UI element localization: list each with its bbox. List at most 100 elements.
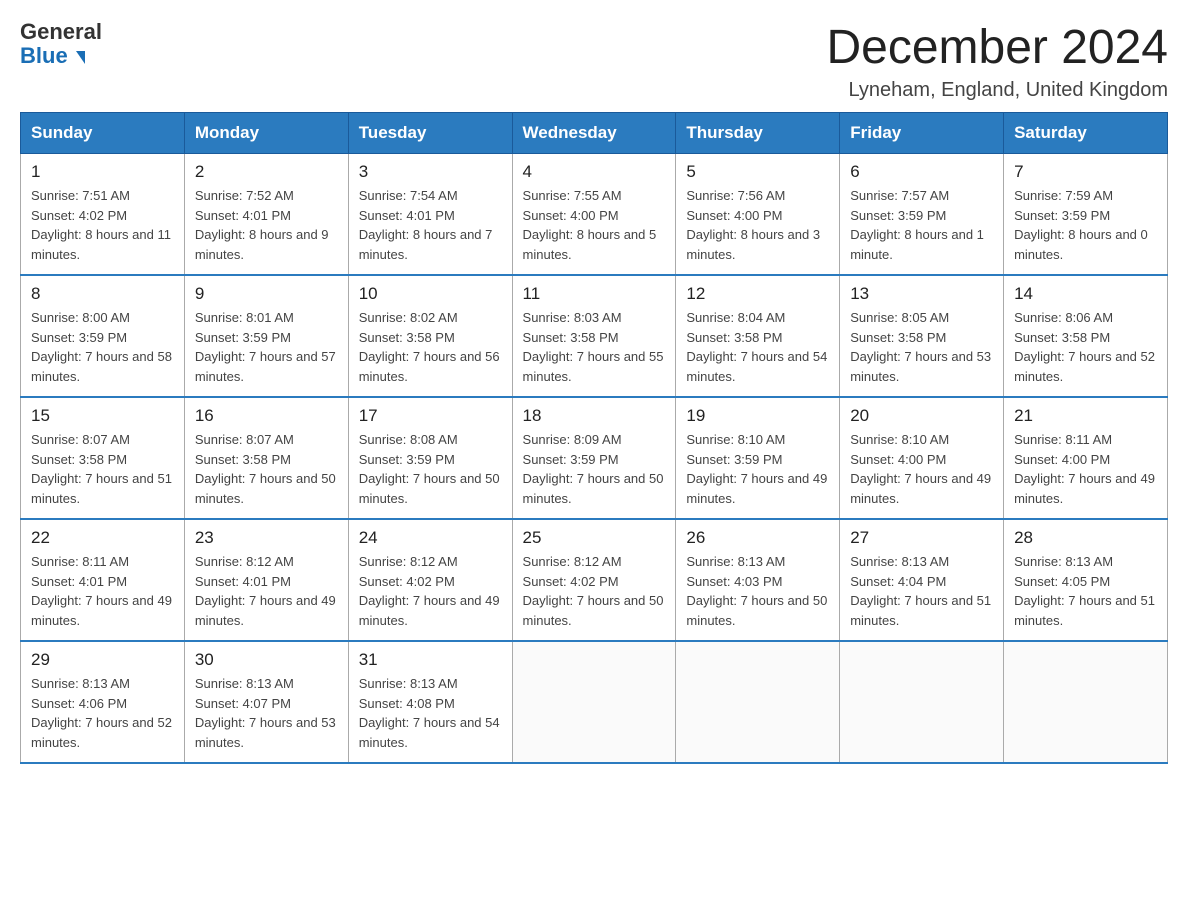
calendar-cell: 3Sunrise: 7:54 AMSunset: 4:01 PMDaylight… [348, 154, 512, 276]
calendar-cell [512, 641, 676, 763]
calendar-cell: 2Sunrise: 7:52 AMSunset: 4:01 PMDaylight… [184, 154, 348, 276]
calendar-header: Sunday Monday Tuesday Wednesday Thursday… [21, 113, 1168, 154]
calendar-week-row: 22Sunrise: 8:11 AMSunset: 4:01 PMDayligh… [21, 519, 1168, 641]
day-info: Sunrise: 8:13 AMSunset: 4:08 PMDaylight:… [359, 674, 502, 752]
day-number: 23 [195, 528, 338, 548]
day-info: Sunrise: 8:13 AMSunset: 4:05 PMDaylight:… [1014, 552, 1157, 630]
calendar-week-row: 15 Sunrise: 8:07 AMSunset: 3:58 PMDayligh… [21, 397, 1168, 519]
calendar-cell: 10Sunrise: 8:02 AMSunset: 3:58 PMDayligh… [348, 275, 512, 397]
month-title: December 2024 [826, 20, 1168, 75]
day-info: Sunrise: 8:12 AMSunset: 4:01 PMDaylight:… [195, 552, 338, 630]
calendar-body: 1Sunrise: 7:51 AMSunset: 4:02 PMDaylight… [21, 154, 1168, 764]
day-number: 4 [523, 162, 666, 182]
logo: General Blue [20, 20, 102, 68]
calendar-cell: 26Sunrise: 8:13 AMSunset: 4:03 PMDayligh… [676, 519, 840, 641]
header-monday: Monday [184, 113, 348, 154]
page-header: General Blue December 2024 Lyneham, Engl… [20, 20, 1168, 102]
calendar-cell: 18 Sunrise: 8:09 AMSunset: 3:59 PMDayligh… [512, 397, 676, 519]
day-number: 21 [1014, 406, 1157, 426]
title-block: December 2024 Lyneham, England, United K… [826, 20, 1168, 102]
day-info: Sunrise: 8:12 AMSunset: 4:02 PMDaylight:… [523, 552, 666, 630]
calendar-cell: 11 Sunrise: 8:03 AMSunset: 3:58 PMDayligh… [512, 275, 676, 397]
day-info: Sunrise: 8:05 AMSunset: 3:58 PMDaylight:… [850, 308, 993, 386]
day-info: Sunrise: 7:56 AMSunset: 4:00 PMDaylight:… [686, 186, 829, 264]
day-info: Sunrise: 8:11 AMSunset: 4:00 PMDaylight:… [1014, 430, 1157, 508]
calendar-cell: 8 Sunrise: 8:00 AMSunset: 3:59 PMDaylight… [21, 275, 185, 397]
calendar-cell: 28Sunrise: 8:13 AMSunset: 4:05 PMDayligh… [1004, 519, 1168, 641]
day-number: 25 [523, 528, 666, 548]
day-number: 5 [686, 162, 829, 182]
calendar-cell: 9 Sunrise: 8:01 AMSunset: 3:59 PMDaylight… [184, 275, 348, 397]
day-info: Sunrise: 8:09 AMSunset: 3:59 PMDaylight:… [523, 430, 666, 508]
day-number: 11 [523, 284, 666, 304]
day-info: Sunrise: 8:13 AMSunset: 4:07 PMDaylight:… [195, 674, 338, 752]
day-info: Sunrise: 8:07 AMSunset: 3:58 PMDaylight:… [31, 430, 174, 508]
day-number: 30 [195, 650, 338, 670]
calendar-cell: 15 Sunrise: 8:07 AMSunset: 3:58 PMDayligh… [21, 397, 185, 519]
day-number: 7 [1014, 162, 1157, 182]
calendar-cell: 30 Sunrise: 8:13 AMSunset: 4:07 PMDayligh… [184, 641, 348, 763]
calendar-cell: 14Sunrise: 8:06 AMSunset: 3:58 PMDayligh… [1004, 275, 1168, 397]
calendar-week-row: 8 Sunrise: 8:00 AMSunset: 3:59 PMDaylight… [21, 275, 1168, 397]
day-info: Sunrise: 8:04 AMSunset: 3:58 PMDaylight:… [686, 308, 829, 386]
day-number: 31 [359, 650, 502, 670]
calendar-cell: 17Sunrise: 8:08 AMSunset: 3:59 PMDayligh… [348, 397, 512, 519]
day-info: Sunrise: 7:59 AMSunset: 3:59 PMDaylight:… [1014, 186, 1157, 264]
day-info: Sunrise: 8:02 AMSunset: 3:58 PMDaylight:… [359, 308, 502, 386]
calendar-cell [840, 641, 1004, 763]
calendar-cell: 24Sunrise: 8:12 AMSunset: 4:02 PMDayligh… [348, 519, 512, 641]
calendar-cell [1004, 641, 1168, 763]
day-number: 8 [31, 284, 174, 304]
calendar-cell: 5 Sunrise: 7:56 AMSunset: 4:00 PMDaylight… [676, 154, 840, 276]
day-number: 29 [31, 650, 174, 670]
day-number: 15 [31, 406, 174, 426]
day-number: 18 [523, 406, 666, 426]
day-number: 2 [195, 162, 338, 182]
header-saturday: Saturday [1004, 113, 1168, 154]
calendar-week-row: 1Sunrise: 7:51 AMSunset: 4:02 PMDaylight… [21, 154, 1168, 276]
day-info: Sunrise: 8:08 AMSunset: 3:59 PMDaylight:… [359, 430, 502, 508]
logo-general-text: General [20, 20, 102, 44]
calendar-cell: 16 Sunrise: 8:07 AMSunset: 3:58 PMDayligh… [184, 397, 348, 519]
calendar-cell: 12 Sunrise: 8:04 AMSunset: 3:58 PMDayligh… [676, 275, 840, 397]
days-of-week-row: Sunday Monday Tuesday Wednesday Thursday… [21, 113, 1168, 154]
calendar-table: Sunday Monday Tuesday Wednesday Thursday… [20, 112, 1168, 764]
logo-arrow-icon [76, 51, 85, 64]
header-sunday: Sunday [21, 113, 185, 154]
day-number: 19 [686, 406, 829, 426]
day-number: 13 [850, 284, 993, 304]
calendar-cell: 4Sunrise: 7:55 AMSunset: 4:00 PMDaylight… [512, 154, 676, 276]
day-info: Sunrise: 8:10 AMSunset: 3:59 PMDaylight:… [686, 430, 829, 508]
day-info: Sunrise: 8:03 AMSunset: 3:58 PMDaylight:… [523, 308, 666, 386]
calendar-cell: 1Sunrise: 7:51 AMSunset: 4:02 PMDaylight… [21, 154, 185, 276]
calendar-cell [676, 641, 840, 763]
day-info: Sunrise: 8:06 AMSunset: 3:58 PMDaylight:… [1014, 308, 1157, 386]
calendar-cell: 29 Sunrise: 8:13 AMSunset: 4:06 PMDayligh… [21, 641, 185, 763]
day-number: 24 [359, 528, 502, 548]
header-tuesday: Tuesday [348, 113, 512, 154]
day-number: 16 [195, 406, 338, 426]
day-info: Sunrise: 8:11 AMSunset: 4:01 PMDaylight:… [31, 552, 174, 630]
day-info: Sunrise: 8:13 AMSunset: 4:03 PMDaylight:… [686, 552, 829, 630]
day-info: Sunrise: 8:07 AMSunset: 3:58 PMDaylight:… [195, 430, 338, 508]
day-info: Sunrise: 8:13 AMSunset: 4:04 PMDaylight:… [850, 552, 993, 630]
header-friday: Friday [840, 113, 1004, 154]
calendar-cell: 20Sunrise: 8:10 AMSunset: 4:00 PMDayligh… [840, 397, 1004, 519]
calendar-cell: 13 Sunrise: 8:05 AMSunset: 3:58 PMDayligh… [840, 275, 1004, 397]
day-number: 9 [195, 284, 338, 304]
calendar-cell: 31 Sunrise: 8:13 AMSunset: 4:08 PMDayligh… [348, 641, 512, 763]
calendar-cell: 7 Sunrise: 7:59 AMSunset: 3:59 PMDaylight… [1004, 154, 1168, 276]
header-wednesday: Wednesday [512, 113, 676, 154]
day-info: Sunrise: 8:00 AMSunset: 3:59 PMDaylight:… [31, 308, 174, 386]
day-info: Sunrise: 7:51 AMSunset: 4:02 PMDaylight:… [31, 186, 174, 264]
calendar-week-row: 29 Sunrise: 8:13 AMSunset: 4:06 PMDayligh… [21, 641, 1168, 763]
location-subtitle: Lyneham, England, United Kingdom [826, 79, 1168, 102]
day-info: Sunrise: 8:01 AMSunset: 3:59 PMDaylight:… [195, 308, 338, 386]
day-number: 12 [686, 284, 829, 304]
day-info: Sunrise: 7:57 AMSunset: 3:59 PMDaylight:… [850, 186, 993, 264]
calendar-cell: 21 Sunrise: 8:11 AMSunset: 4:00 PMDayligh… [1004, 397, 1168, 519]
day-info: Sunrise: 8:13 AMSunset: 4:06 PMDaylight:… [31, 674, 174, 752]
day-number: 20 [850, 406, 993, 426]
calendar-cell: 23 Sunrise: 8:12 AMSunset: 4:01 PMDayligh… [184, 519, 348, 641]
day-info: Sunrise: 7:54 AMSunset: 4:01 PMDaylight:… [359, 186, 502, 264]
